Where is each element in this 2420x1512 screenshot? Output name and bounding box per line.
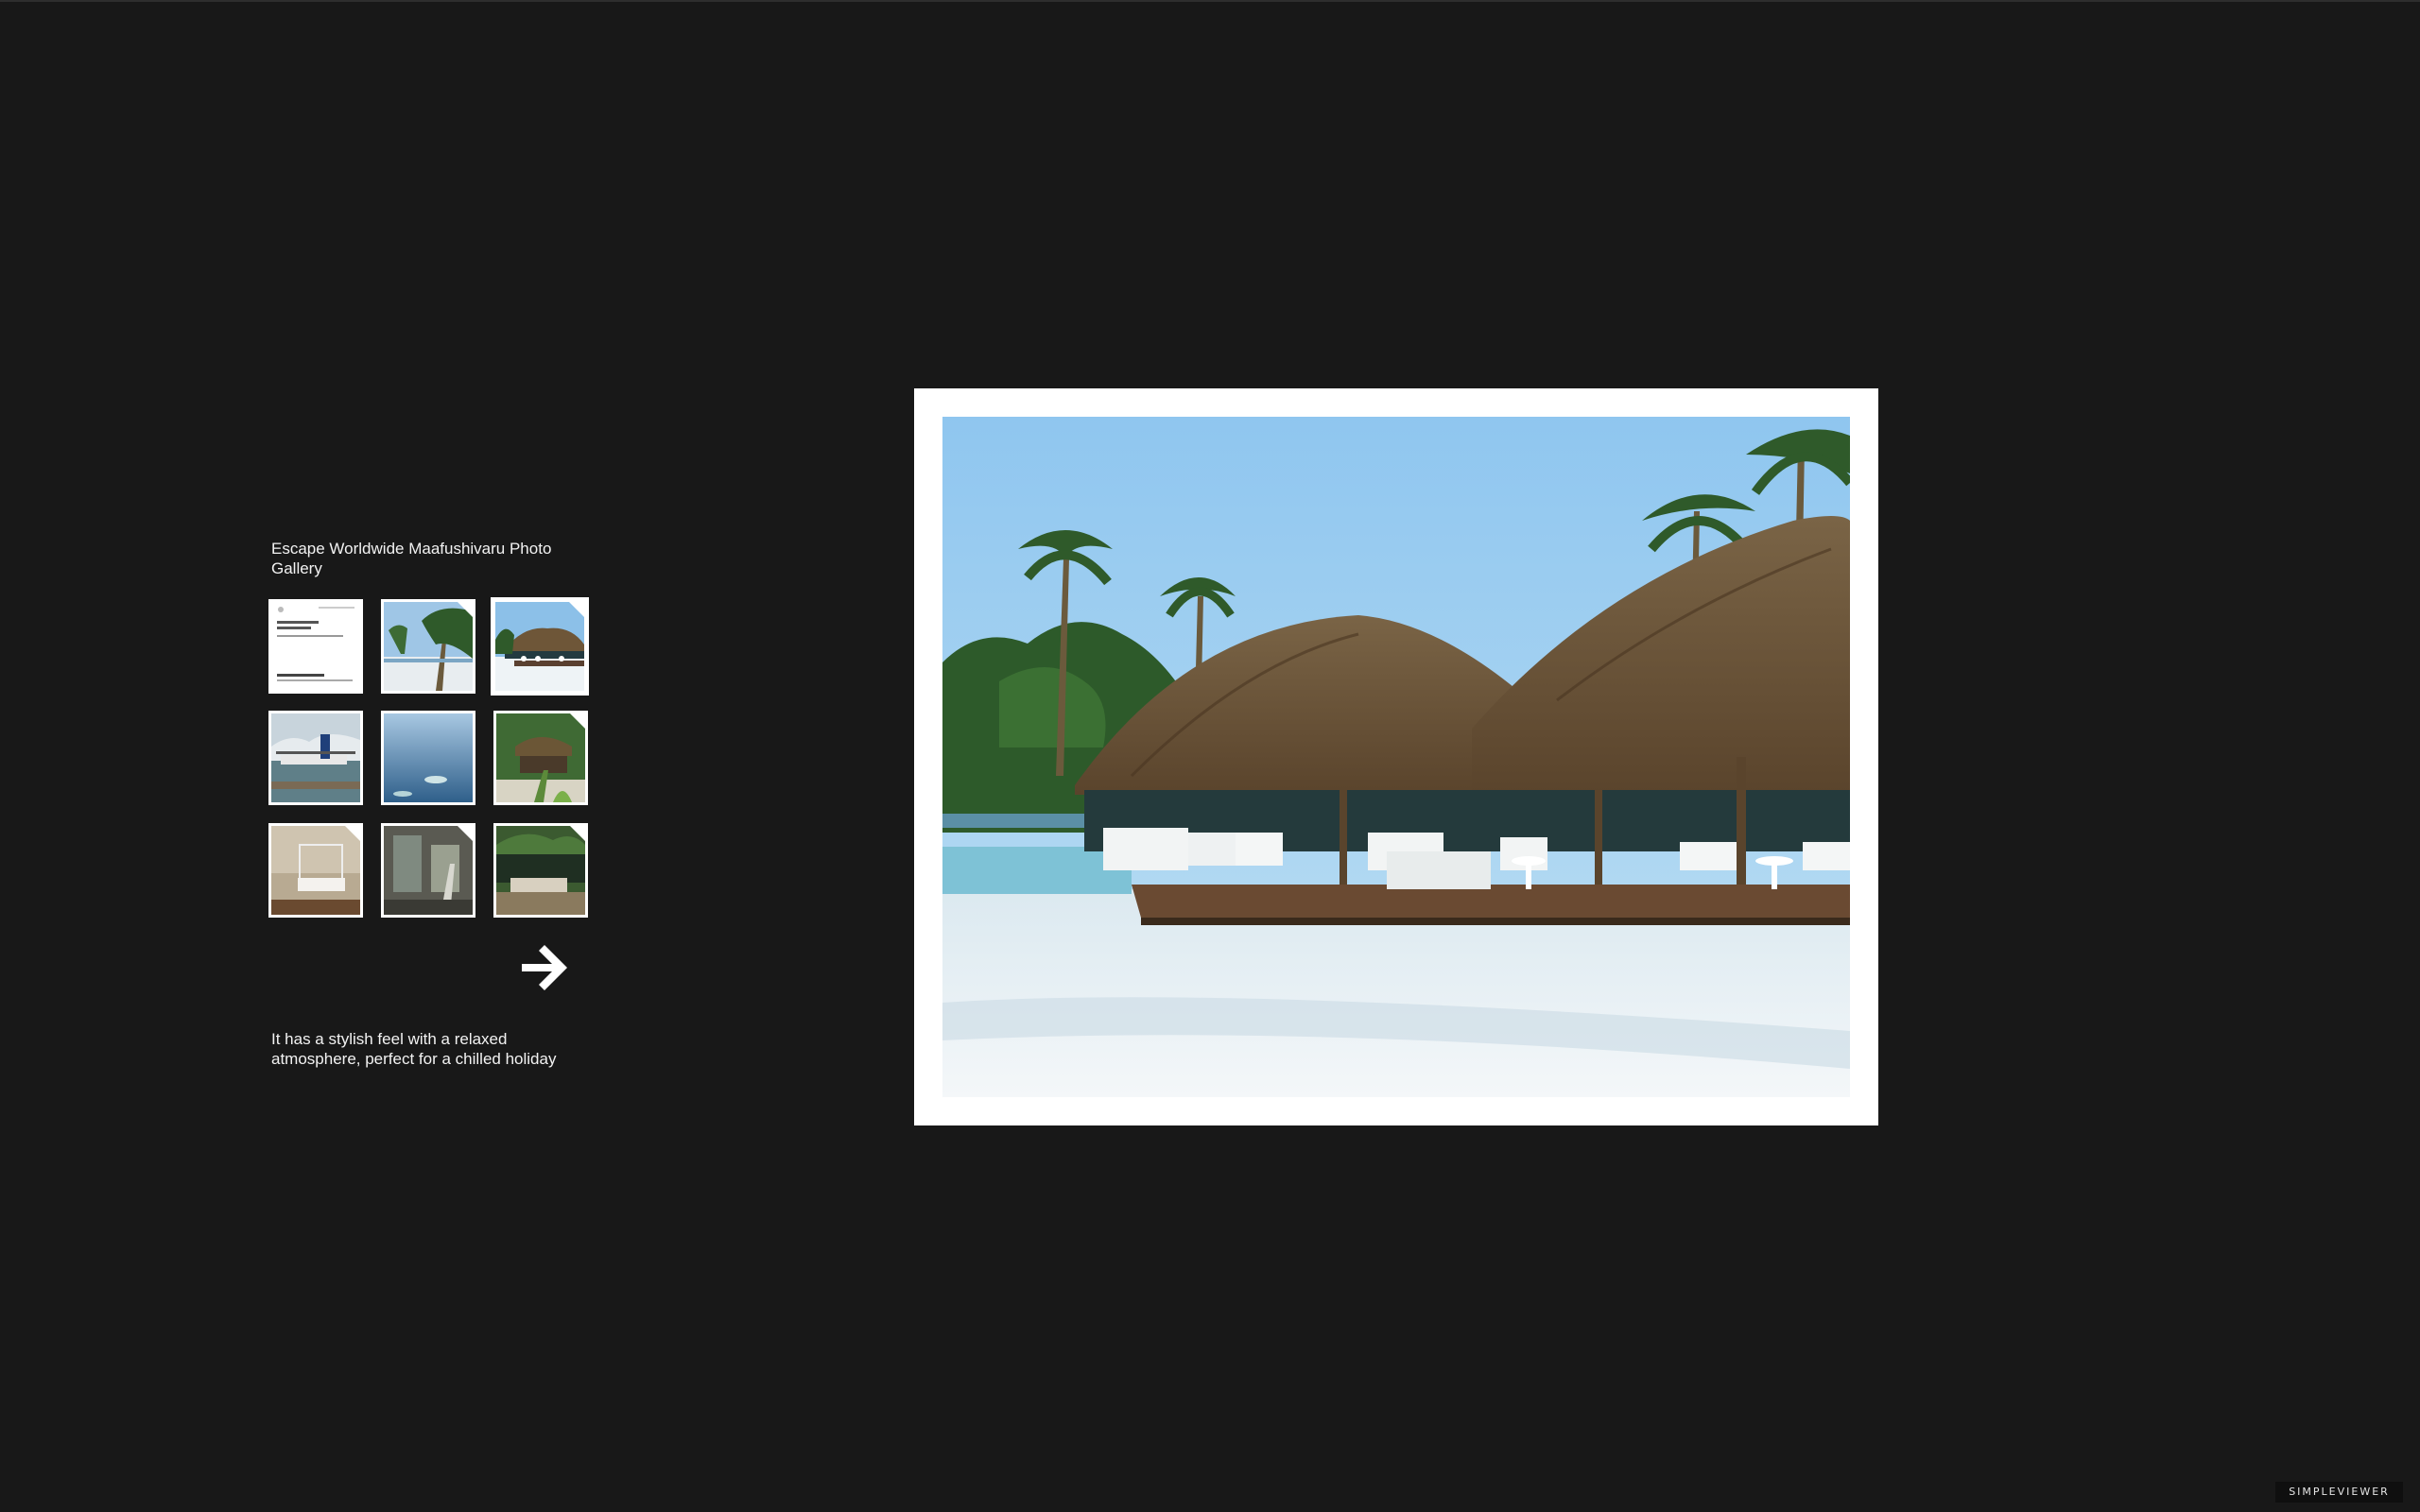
main-image[interactable] [942, 417, 1850, 1097]
arrow-right-icon [522, 945, 567, 990]
corner-fold-icon [570, 713, 585, 729]
corner-fold-icon [458, 602, 473, 617]
photo-thumbnail-icon [271, 713, 360, 802]
simpleviewer-logo[interactable]: SIMPLEVIEWER [2275, 1482, 2403, 1503]
image-caption: It has a stylish feel with a relaxed atm… [271, 1030, 557, 1068]
thumbnail-document[interactable] [268, 599, 363, 694]
thumbnail-aerial-atoll[interactable] [381, 711, 475, 805]
top-border [0, 0, 2420, 2]
main-image-frame [914, 388, 1878, 1125]
beach-bar-photo [942, 417, 1850, 1097]
corner-fold-icon [570, 826, 585, 841]
thumbnail-beach-bar[interactable] [491, 597, 589, 696]
document-thumbnail-icon [271, 602, 360, 691]
thumbnail-beach-palms[interactable] [381, 599, 475, 694]
corner-fold-icon [569, 602, 584, 617]
thumbnail-beach-villa[interactable] [493, 823, 588, 918]
next-page-button[interactable] [518, 943, 571, 992]
thumbnail-villa-garden[interactable] [493, 711, 588, 805]
gallery-title: Escape Worldwide Maafushivaru Photo Gall… [271, 540, 552, 577]
corner-fold-icon [345, 826, 360, 841]
corner-fold-icon [458, 826, 473, 841]
thumbnail-bathroom[interactable] [381, 823, 475, 918]
thumbnail-bedroom[interactable] [268, 823, 363, 918]
thumbnail-seaplane[interactable] [268, 711, 363, 805]
photo-thumbnail-icon [384, 713, 473, 802]
